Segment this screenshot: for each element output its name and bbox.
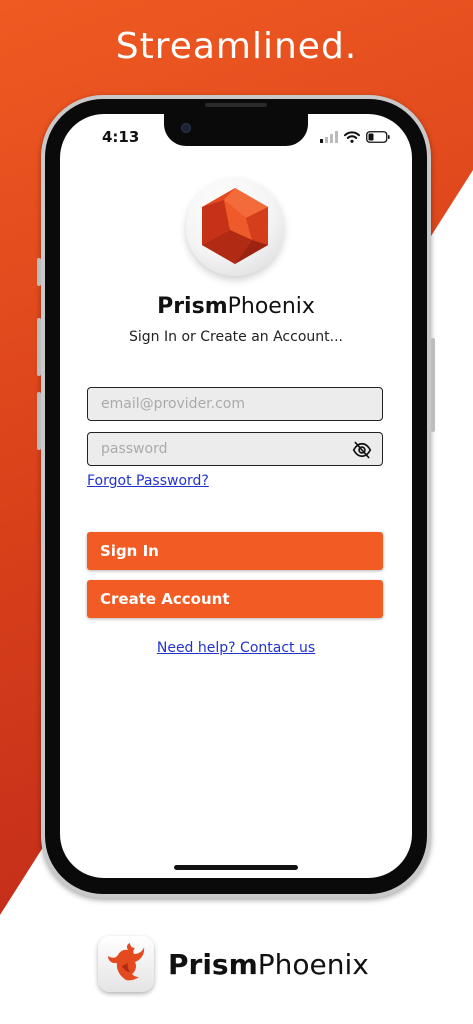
hexagon-gem-icon (202, 188, 268, 264)
wifi-icon (344, 131, 360, 143)
forgot-password-link[interactable]: Forgot Password? (87, 473, 209, 489)
volume-down-button (37, 392, 41, 450)
footer-brand-name: PrismPhoenix (168, 948, 369, 981)
sign-in-button[interactable]: Sign In (87, 532, 383, 570)
home-indicator[interactable] (174, 865, 298, 870)
phoenix-bird-icon (108, 943, 145, 981)
marketing-headline: Streamlined. (115, 26, 358, 67)
email-field[interactable] (87, 387, 383, 421)
password-input[interactable] (88, 433, 382, 465)
sign-in-subtitle: Sign In or Create an Account... (129, 329, 343, 345)
brand-name-regular: Phoenix (227, 294, 315, 319)
status-time: 4:13 (102, 128, 140, 146)
app-logo (186, 178, 284, 276)
password-field[interactable] (87, 432, 383, 466)
notch (164, 114, 308, 146)
camera-icon (181, 123, 191, 133)
brand-name-bold: Prism (157, 294, 228, 319)
email-input[interactable] (88, 388, 382, 420)
volume-up-button (37, 318, 41, 376)
cellular-signal-icon (320, 131, 338, 143)
create-account-button[interactable]: Create Account (87, 580, 383, 618)
brand-name: PrismPhoenix (60, 294, 412, 319)
eye-off-icon[interactable] (352, 440, 372, 460)
footer-brand-regular: Phoenix (257, 948, 369, 981)
help-contact-link[interactable]: Need help? Contact us (60, 640, 412, 656)
phone-screen: 4:13 PrismPhoenix Sign In or Create an A… (60, 114, 412, 878)
mute-switch (37, 258, 41, 286)
footer-app-icon (98, 936, 154, 992)
earpiece-speaker (205, 103, 267, 107)
footer-brand-bold: Prism (168, 948, 258, 981)
battery-icon (366, 131, 390, 143)
power-button (431, 338, 435, 432)
status-icons (320, 130, 390, 144)
